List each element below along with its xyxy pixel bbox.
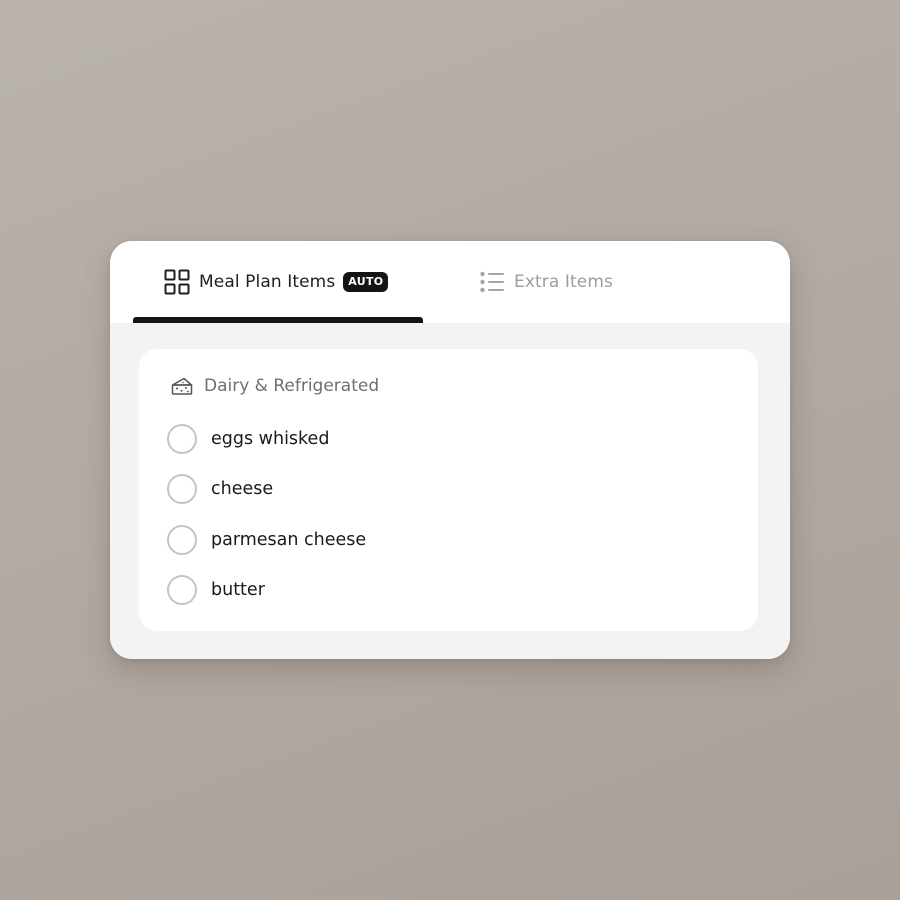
- grid-icon: [164, 269, 190, 295]
- item-label: cheese: [211, 479, 274, 499]
- list-item-parmesan-cheese[interactable]: parmesan cheese: [167, 524, 366, 556]
- tab-bar: Meal Plan Items AUTO Extra Items: [110, 241, 790, 323]
- tab-extra-label: Extra Items: [514, 272, 613, 292]
- item-label: butter: [211, 580, 265, 600]
- tab-meal-plan-items[interactable]: Meal Plan Items AUTO: [133, 241, 423, 323]
- item-checkbox[interactable]: [167, 424, 197, 454]
- list-item-eggs-whisked[interactable]: eggs whisked: [167, 423, 329, 455]
- tab-content: Dairy & Refrigerated eggs whisked cheese…: [110, 323, 790, 659]
- list-icon: [479, 269, 505, 295]
- item-label: eggs whisked: [211, 429, 330, 449]
- shopping-list-card: Meal Plan Items AUTO Extra Items Dairy &…: [110, 241, 790, 659]
- section-header: Dairy & Refrigerated: [170, 374, 379, 398]
- item-label: parmesan cheese: [211, 530, 367, 550]
- item-checkbox[interactable]: [167, 474, 197, 504]
- tab-extra-items[interactable]: Extra Items: [479, 241, 739, 323]
- cheese-icon: [170, 374, 194, 398]
- item-checkbox[interactable]: [167, 525, 197, 555]
- section-title: Dairy & Refrigerated: [204, 376, 380, 396]
- category-section: Dairy & Refrigerated eggs whisked cheese…: [139, 349, 758, 631]
- list-item-cheese[interactable]: cheese: [167, 473, 273, 505]
- list-item-butter[interactable]: butter: [167, 574, 265, 606]
- tab-meal-plan-label: Meal Plan Items: [199, 272, 336, 292]
- auto-badge: AUTO: [343, 272, 389, 292]
- item-checkbox[interactable]: [167, 575, 197, 605]
